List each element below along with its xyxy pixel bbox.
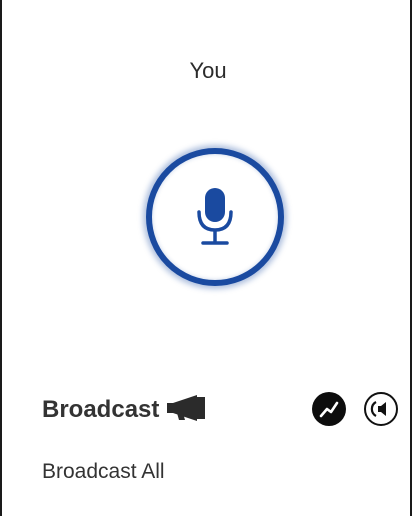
broadcast-target-label: Broadcast All: [42, 460, 165, 483]
broadcast-title: Broadcast: [42, 396, 160, 423]
broadcast-header: Broadcast: [42, 392, 207, 428]
screen-frame: You Broadcast Broadcast All: [0, 0, 412, 516]
push-to-talk-button[interactable]: [146, 148, 284, 286]
caller-name: You: [189, 58, 227, 83]
megaphone-icon: [167, 394, 207, 426]
speaker-icon: [370, 401, 386, 417]
activity-chart-button[interactable]: [312, 392, 346, 426]
speaker-button[interactable]: [364, 392, 398, 426]
microphone-icon: [197, 188, 233, 245]
trend-chart-icon: [319, 401, 339, 418]
